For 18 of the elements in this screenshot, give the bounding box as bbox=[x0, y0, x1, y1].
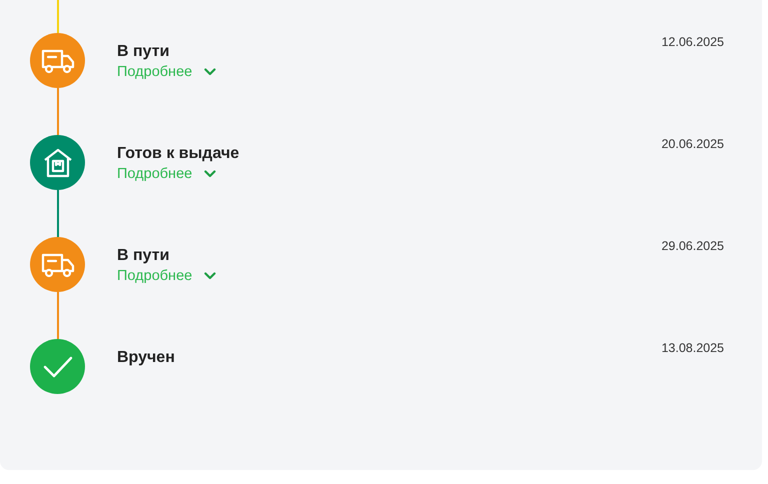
details-link[interactable]: Подробнее bbox=[117, 64, 216, 80]
event-date: 29.06.2025 bbox=[661, 238, 724, 255]
chevron-icon bbox=[204, 272, 216, 280]
details-link[interactable]: Подробнее bbox=[117, 268, 216, 284]
status-title: Вручен bbox=[117, 349, 176, 367]
warehouse-icon bbox=[42, 148, 72, 178]
details-link[interactable]: Подробнее bbox=[117, 166, 216, 182]
status-title: В пути bbox=[117, 247, 170, 265]
truck-icon bbox=[40, 252, 74, 278]
check-icon bbox=[42, 356, 72, 378]
event-date: 13.08.2025 bbox=[661, 340, 724, 357]
event-date: 12.06.2025 bbox=[661, 34, 724, 51]
truck-icon bbox=[40, 48, 74, 74]
status-title: Готов к выдаче bbox=[117, 145, 240, 163]
chevron-icon bbox=[204, 68, 216, 76]
event-date: 20.06.2025 bbox=[661, 136, 724, 153]
status-title: В пути bbox=[117, 43, 170, 61]
chevron-icon bbox=[204, 170, 216, 178]
